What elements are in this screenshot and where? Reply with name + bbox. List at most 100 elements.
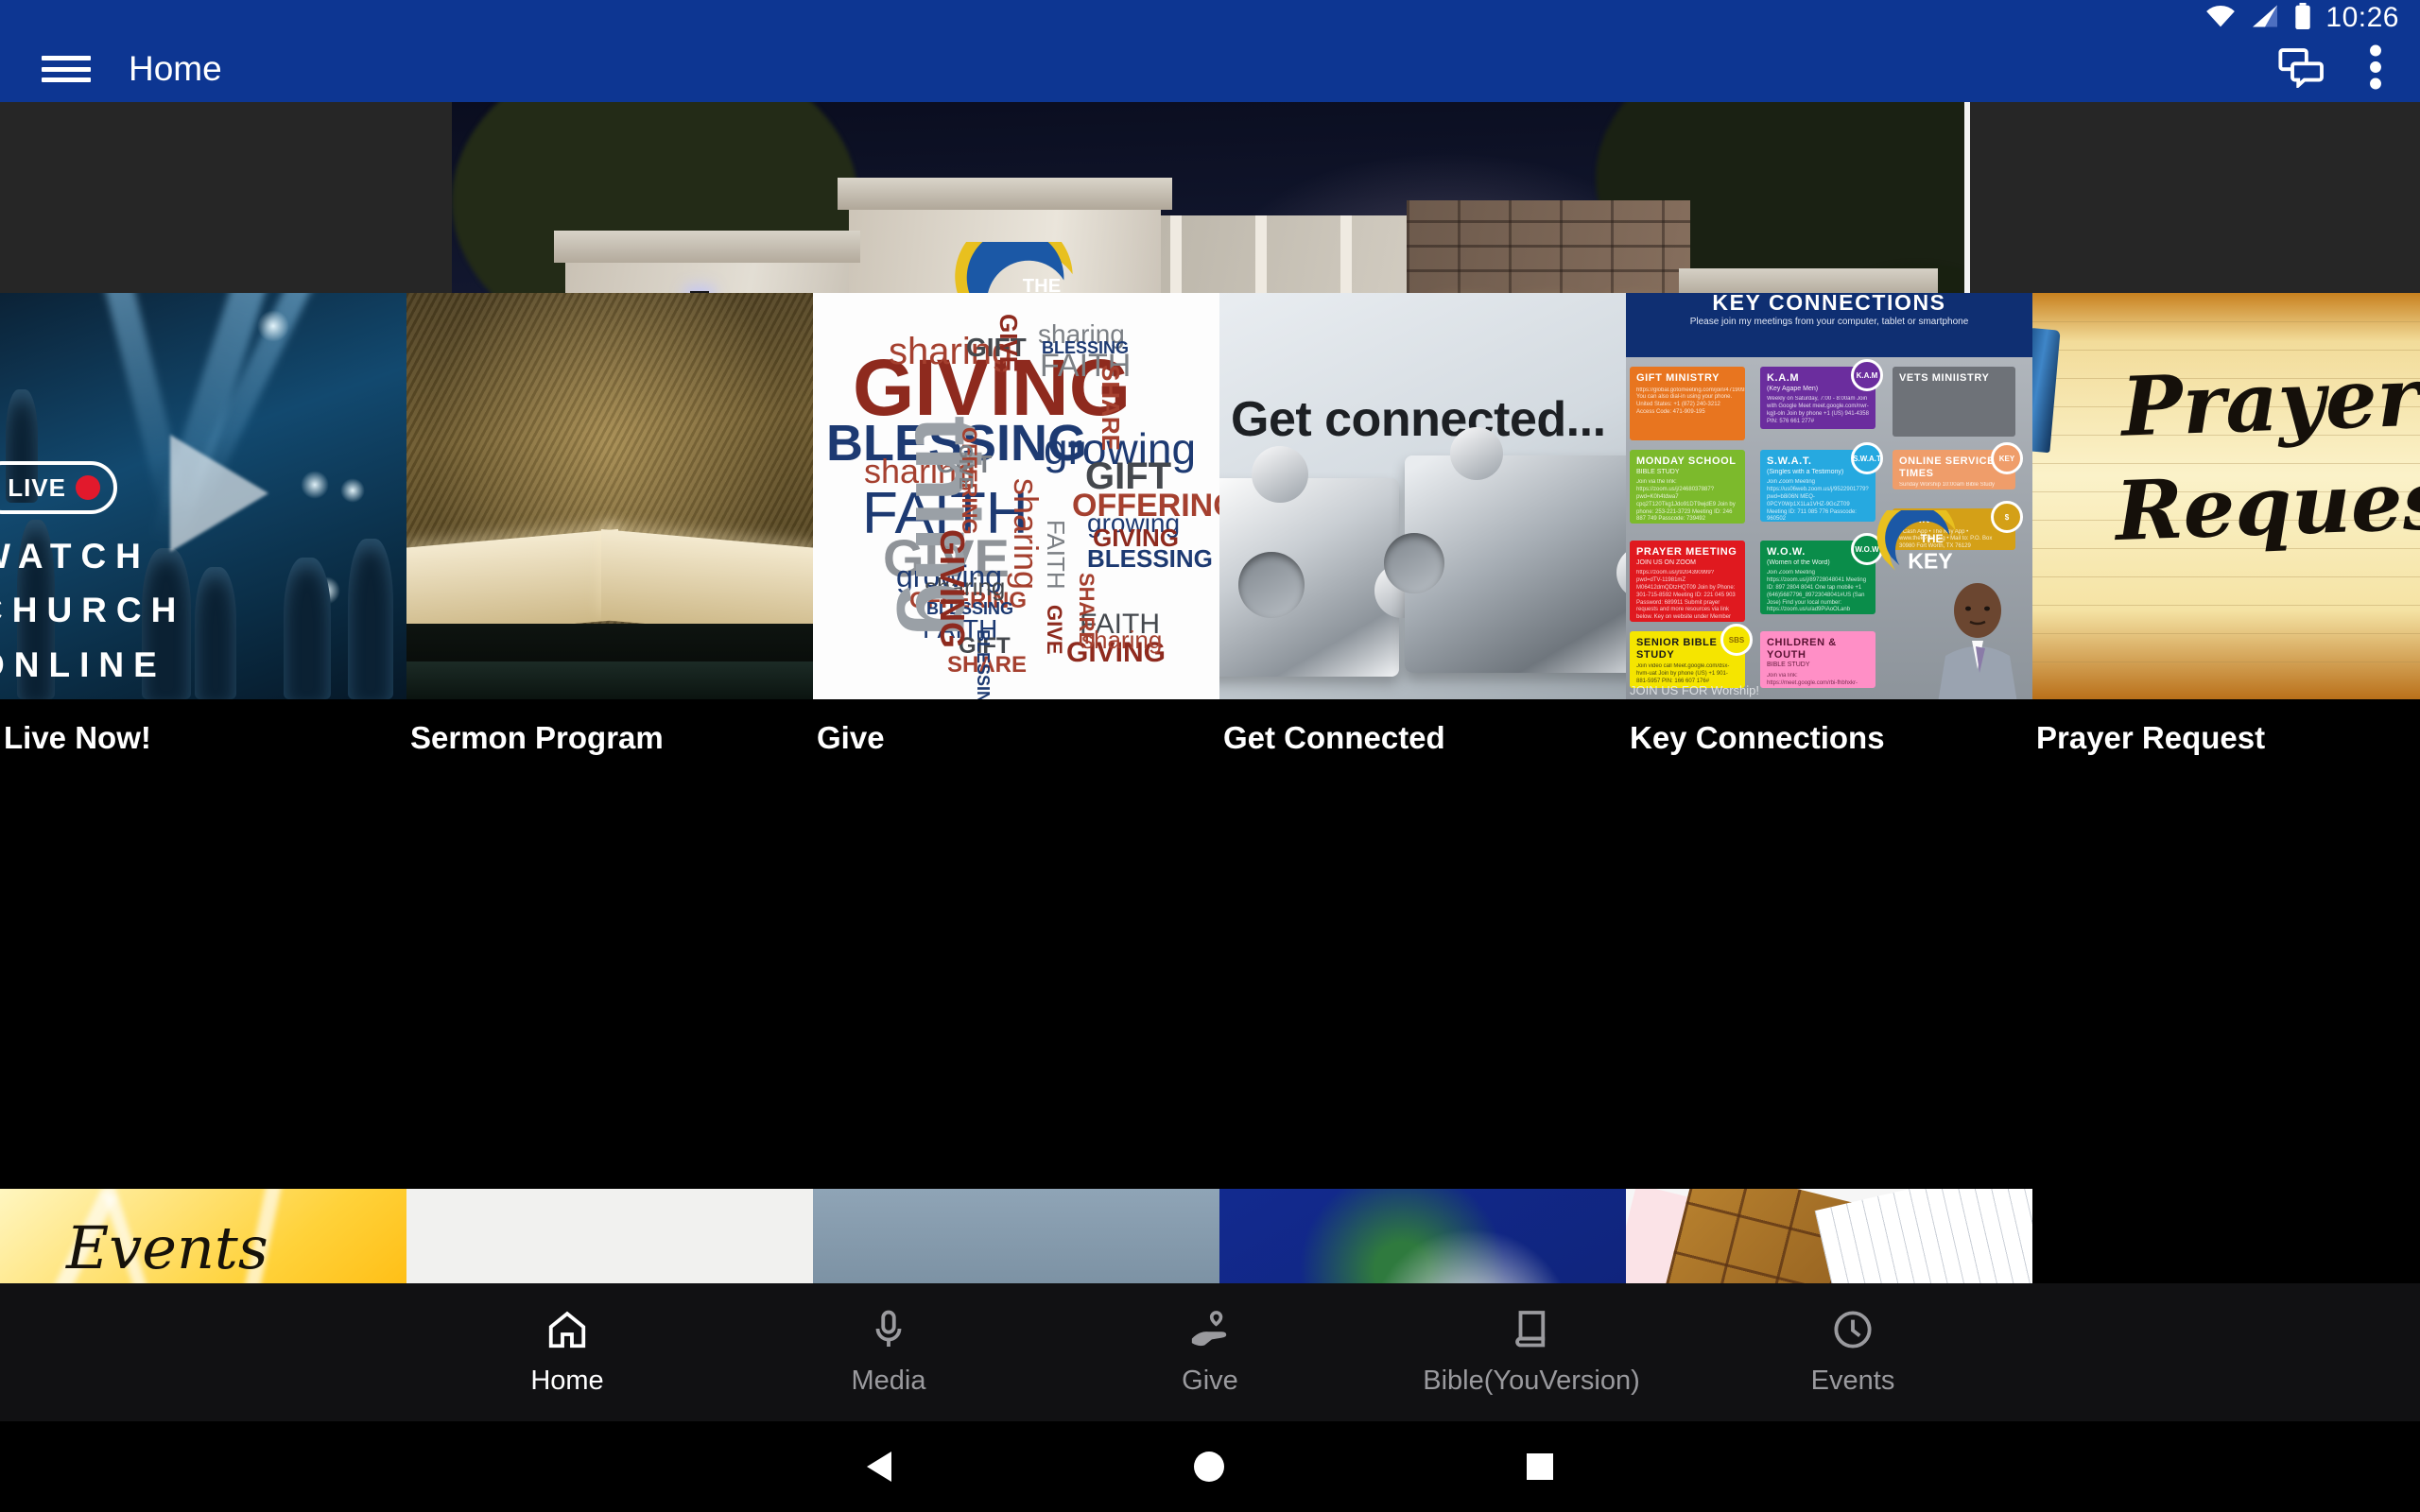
- card-art-text: Prayer Request: [2114, 349, 2420, 560]
- card-sermon-program[interactable]: Sermon Program: [406, 293, 813, 756]
- card-give[interactable]: GIVING BLESSING FAITH GIVE sharing sharing sha…: [813, 293, 1219, 756]
- card-label: Sermon Program: [410, 720, 664, 755]
- clock-icon: [1831, 1308, 1875, 1356]
- sky-photo-background: [813, 1189, 1219, 1283]
- card-label: Prayer Request: [2036, 720, 2266, 755]
- nav-label: Give: [1182, 1366, 1238, 1396]
- card-thumbnail[interactable]: GIVING BLESSING FAITH GIVE sharing sharing sha…: [813, 293, 1219, 699]
- svg-text:THE: THE: [1920, 532, 1943, 545]
- card-art-text: Get connected...: [1231, 392, 1606, 447]
- card-thumbnail[interactable]: Events: [0, 1189, 406, 1283]
- ministry-tile: CHILDREN & YOUTH BIBLE STUDY Join via link…: [1760, 631, 1876, 688]
- ministry-tile: PRAYER MEETING JOIN US ON ZOOM https://zoo…: [1630, 541, 1745, 622]
- nav-item-events[interactable]: Events: [1692, 1308, 2014, 1397]
- table-edge: [406, 662, 813, 699]
- cellular-signal-icon: [2250, 4, 2280, 33]
- home-circle-icon[interactable]: [1194, 1452, 1224, 1482]
- card-thumbnail[interactable]: So: [1219, 1189, 1626, 1283]
- card-thumbnail[interactable]: Prayer Request: [2032, 293, 2420, 699]
- word-cloud-word: SHARE: [1075, 573, 1098, 646]
- ministry-tile: MONDAY SCHOOL BIBLE STUDY Join via the lin…: [1630, 450, 1745, 524]
- word-cloud-word: OFFERING: [1072, 488, 1219, 524]
- card-thumbnail[interactable]: [406, 1189, 813, 1283]
- app-bar-actions: [2278, 43, 2382, 95]
- word-cloud-word: sharing: [1007, 478, 1046, 591]
- card-strip: LIVE WATCH CHURCH ONLINE Live Now! S: [0, 293, 2420, 756]
- flyer-title: KEY CONNECTIONS: [1712, 293, 1946, 315]
- word-cloud-word: GIVING: [1093, 524, 1180, 552]
- card-thumbnail[interactable]: KEY CONNECTIONS Please join my meetings …: [1626, 293, 2032, 699]
- card-get-connected[interactable]: Get connected... Get Connected: [1219, 293, 1626, 756]
- card-label: Live Now!: [4, 720, 151, 755]
- white-background: [406, 1189, 813, 1283]
- word-cloud-word: GIVE: [955, 444, 976, 490]
- card-art-text: Events: [66, 1213, 268, 1282]
- nav-label: Bible(YouVersion): [1423, 1366, 1640, 1396]
- flyer-header: KEY CONNECTIONS Please join my meetings …: [1626, 293, 2032, 357]
- hand-heart-icon: [1188, 1308, 1232, 1356]
- card-key-connections[interactable]: KEY CONNECTIONS Please join my meetings …: [1626, 293, 2032, 756]
- colored-lights-background: [1219, 1189, 1626, 1283]
- nav-label: Home: [530, 1366, 604, 1396]
- word-cloud-word: GIVE: [994, 314, 1023, 373]
- card-thumbnail[interactable]: [813, 1189, 1219, 1283]
- nav-item-bible[interactable]: Bible(YouVersion): [1371, 1308, 1692, 1397]
- live-dot-icon: [76, 475, 100, 500]
- house-icon: [545, 1308, 589, 1356]
- cornice: [838, 178, 1172, 210]
- nav-item-home[interactable]: Home: [406, 1308, 728, 1397]
- nav-label: Events: [1810, 1366, 1895, 1396]
- card-thumbnail[interactable]: [406, 293, 813, 699]
- ministry-tile: GIFT MINISTRY https://global.gotomeeting.…: [1630, 367, 1745, 440]
- word-cloud-word: SHARE: [1097, 365, 1125, 452]
- live-badge-label: LIVE: [8, 472, 66, 502]
- puzzle-piece-icon: [1384, 427, 1626, 673]
- pastor-portrait: [1938, 583, 2017, 699]
- chat-icon[interactable]: [2278, 46, 2324, 93]
- word-cloud-word: GIVING: [933, 529, 972, 649]
- ministry-badge-icon: K.A.M: [1851, 359, 1883, 391]
- card-placeholder-sky[interactable]: [813, 1189, 1219, 1283]
- flyer-subtitle: Please join my meetings from your comput…: [1689, 317, 1969, 327]
- puzzle-piece-icon: [1219, 446, 1429, 677]
- status-bar: 10:26: [0, 0, 2420, 36]
- svg-text:KEY: KEY: [1908, 549, 1953, 574]
- app-bar: Home: [0, 36, 2420, 102]
- microphone-icon: [867, 1308, 910, 1356]
- open-bible-icon: [406, 528, 813, 690]
- nav-label: Media: [851, 1366, 926, 1396]
- card-placeholder-white[interactable]: [406, 1189, 813, 1283]
- card-label: Get Connected: [1223, 720, 1445, 755]
- card-songs[interactable]: So: [1219, 1189, 1626, 1283]
- card-thumbnail[interactable]: [1626, 1189, 2032, 1283]
- ministry-badge-icon: S.W.A.T: [1851, 442, 1883, 474]
- word-cloud-word: GIVE: [1043, 605, 1066, 655]
- flyer-footer: JOIN US FOR Worship!: [1630, 683, 1760, 697]
- card-art-text: WATCH CHURCH ONLINE: [0, 537, 186, 684]
- hamburger-menu-icon[interactable]: [42, 50, 91, 88]
- back-triangle-icon[interactable]: [867, 1452, 891, 1482]
- book-icon: [1510, 1308, 1553, 1356]
- wifi-icon: [2204, 4, 2237, 33]
- ministry-tile: VETS MINIISTRY: [1893, 367, 2015, 437]
- card-thumbnail[interactable]: Get connected...: [1219, 293, 1626, 699]
- word-cloud-word: BLESSING: [1042, 338, 1130, 357]
- overflow-menu-icon[interactable]: [2369, 43, 2382, 95]
- card-label: Give: [817, 720, 885, 755]
- live-badge: LIVE: [0, 461, 117, 514]
- ministry-badge-icon: KEY: [1991, 442, 2023, 474]
- status-bar-clock: 10:26: [2325, 2, 2399, 33]
- word-cloud-word: FAITH: [1042, 520, 1070, 590]
- nav-item-give[interactable]: Give: [1049, 1308, 1371, 1397]
- ministry-badge-icon: SBS: [1720, 624, 1753, 656]
- card-thumbnail[interactable]: LIVE WATCH CHURCH ONLINE: [0, 293, 406, 699]
- bottom-navigation-bar: Home Media Give Bible(YouVersion) Events: [0, 1283, 2420, 1421]
- nav-item-media[interactable]: Media: [728, 1308, 1049, 1397]
- card-prayer-request[interactable]: Prayer Request Prayer Request: [2032, 293, 2420, 756]
- ministry-badge-icon: $: [1991, 501, 2023, 533]
- card-events[interactable]: Events: [0, 1189, 406, 1283]
- card-placeholder-chocolate[interactable]: [1626, 1189, 2032, 1283]
- recents-square-icon[interactable]: [1527, 1453, 1553, 1480]
- card-live-now[interactable]: LIVE WATCH CHURCH ONLINE Live Now!: [0, 293, 406, 756]
- card-label: Key Connections: [1630, 720, 1885, 755]
